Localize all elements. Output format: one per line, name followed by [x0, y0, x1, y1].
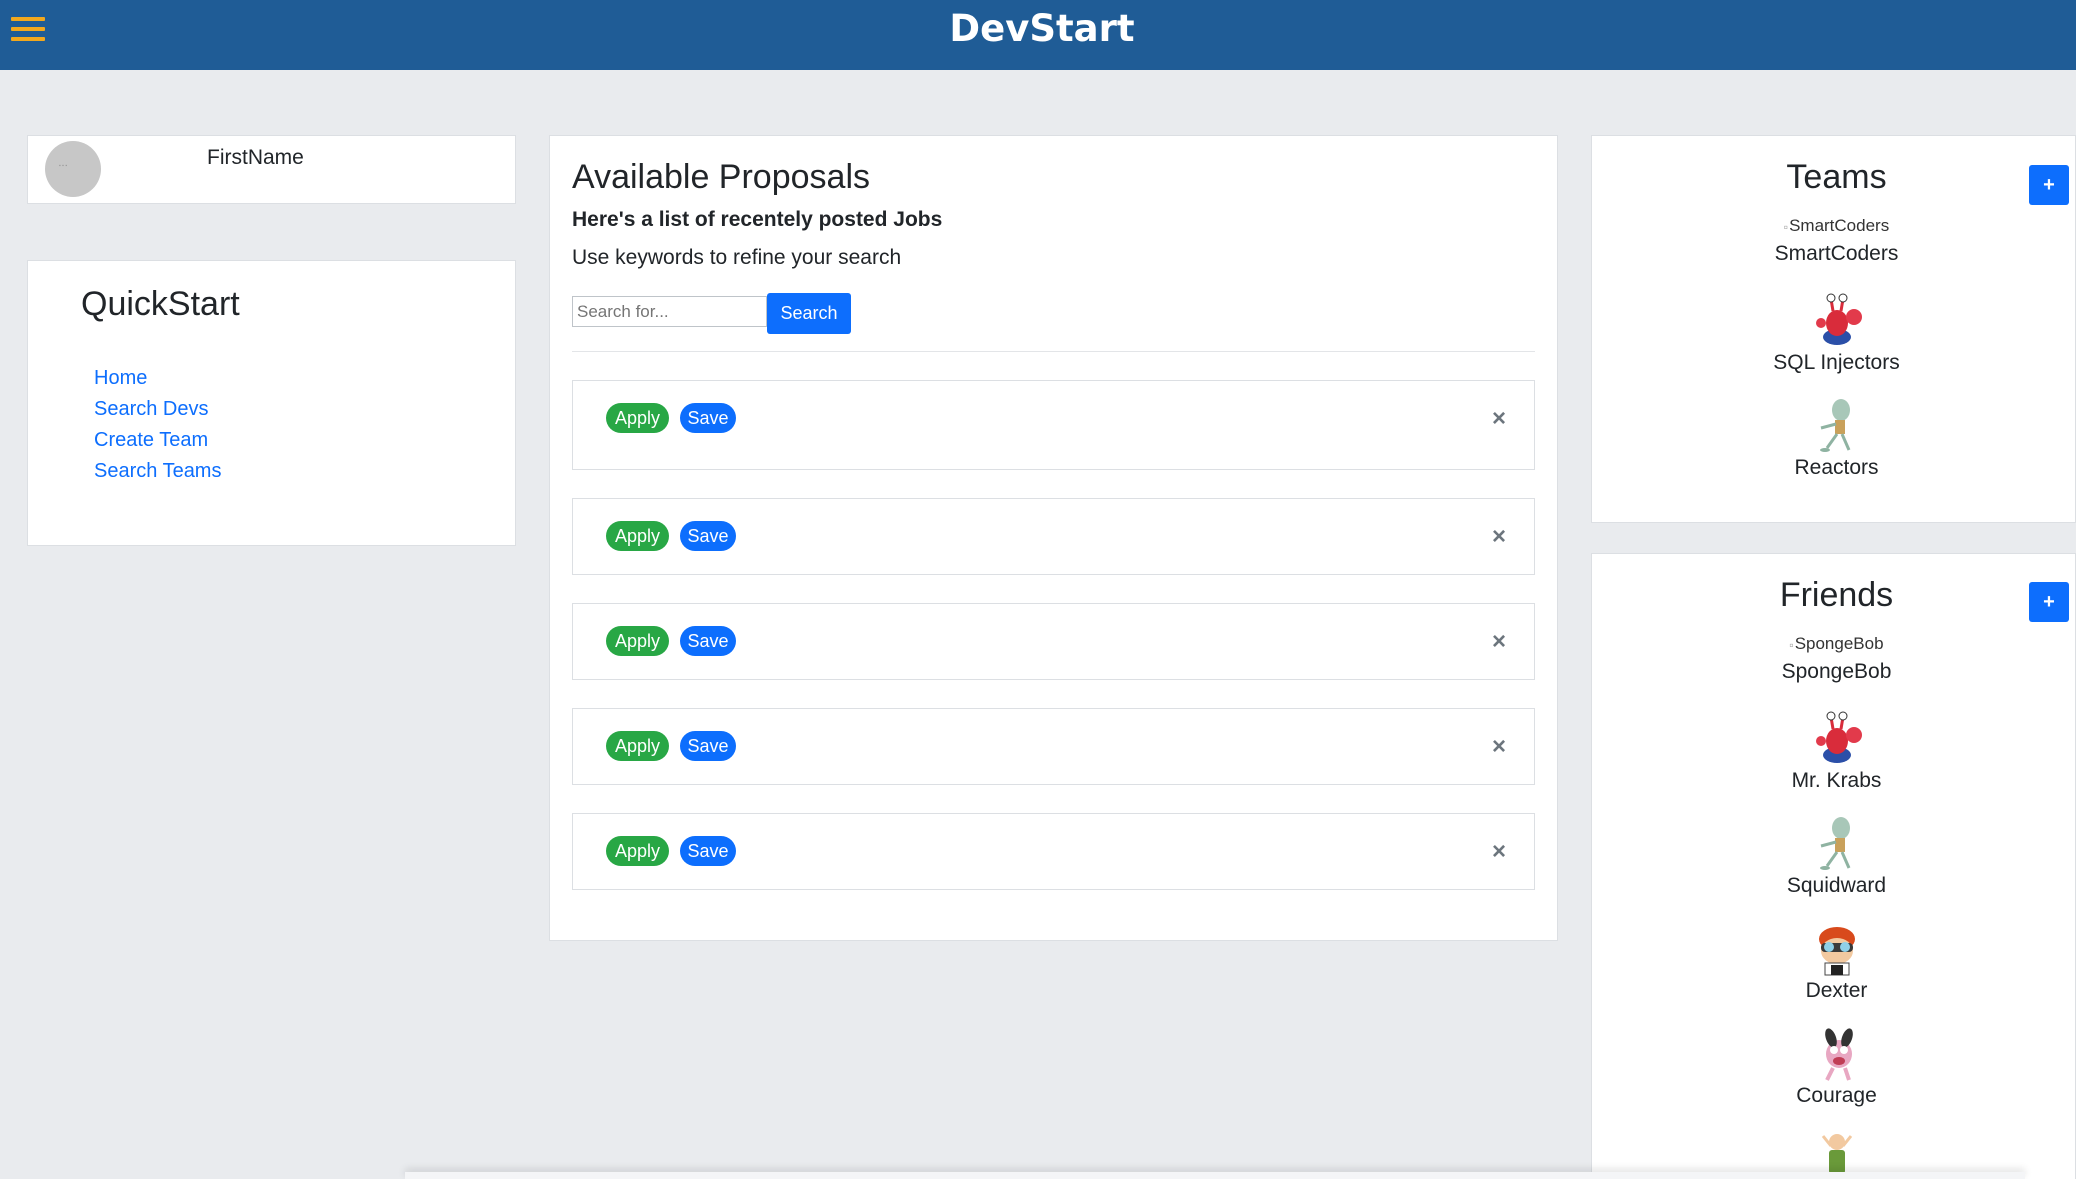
close-icon[interactable]: ×: [1492, 405, 1506, 433]
top-navbar: DevStart: [0, 0, 2076, 70]
team-item[interactable]: SmartCoders SmartCoders: [1592, 216, 2076, 268]
quickstart-card: QuickStart Home Search Devs Create Team …: [27, 260, 516, 546]
save-button[interactable]: Save: [680, 403, 736, 433]
quickstart-links: Home Search Devs Create Team Search Team…: [94, 363, 221, 487]
mr-krabs-avatar-icon: [1592, 293, 2076, 349]
squidward-avatar-icon: [1592, 816, 2076, 872]
proposals-title: Available Proposals: [572, 158, 870, 196]
quickstart-title: QuickStart: [81, 285, 240, 323]
save-button[interactable]: Save: [680, 626, 736, 656]
teams-title: Teams: [1786, 158, 1887, 196]
teams-card: Teams + SmartCoders SmartCoders SQL Inje…: [1591, 135, 2076, 523]
profile-first-name: FirstName: [207, 146, 304, 169]
apply-button[interactable]: Apply: [606, 731, 669, 761]
friends-card: Friends + SpongeBob SpongeBob Mr. Krabs: [1591, 553, 2076, 1179]
mr-krabs-avatar-icon: [1592, 711, 2076, 767]
apply-button[interactable]: Apply: [606, 521, 669, 551]
search-input[interactable]: [572, 296, 767, 327]
apply-button[interactable]: Apply: [606, 403, 669, 433]
team-name: SQL Injectors: [1773, 351, 1900, 374]
quickstart-link-home[interactable]: Home: [94, 363, 221, 394]
team-item[interactable]: Reactors: [1592, 398, 2076, 482]
apply-button[interactable]: Apply: [606, 626, 669, 656]
friend-name: Squidward: [1786, 874, 1887, 897]
job-card: Apply Save ×: [572, 380, 1535, 470]
avatar[interactable]: ▪ ▪ ▪: [45, 141, 101, 197]
search-button[interactable]: Search: [767, 293, 851, 334]
profile-card: ▪ ▪ ▪ FirstName: [27, 135, 516, 204]
friend-item[interactable]: Squidward: [1592, 816, 2076, 900]
team-item[interactable]: SQL Injectors: [1592, 293, 2076, 377]
friend-name: Dexter: [1805, 979, 1868, 1002]
friends-title: Friends: [1779, 576, 1894, 614]
friend-name: Mr. Krabs: [1791, 769, 1882, 792]
apply-button[interactable]: Apply: [606, 836, 669, 866]
job-card: Apply Save ×: [572, 708, 1535, 785]
squidward-avatar-icon: [1592, 398, 2076, 454]
close-icon[interactable]: ×: [1492, 628, 1506, 656]
close-icon[interactable]: ×: [1492, 733, 1506, 761]
close-icon[interactable]: ×: [1492, 523, 1506, 551]
broken-image-icon: SpongeBob: [1592, 634, 2076, 658]
proposals-hint: Use keywords to refine your search: [572, 246, 902, 269]
team-name: Reactors: [1794, 456, 1879, 479]
friend-item[interactable]: Courage: [1592, 1026, 2076, 1110]
quickstart-link-search-devs[interactable]: Search Devs: [94, 394, 221, 425]
proposals-subtitle: Here's a list of recentely posted Jobs: [572, 208, 943, 231]
job-card: Apply Save ×: [572, 498, 1535, 575]
team-name: SmartCoders: [1774, 242, 1899, 265]
bottom-panel-edge: [405, 1172, 2025, 1179]
dexter-avatar-icon: [1592, 921, 2076, 977]
save-button[interactable]: Save: [680, 521, 736, 551]
brand-title[interactable]: DevStart: [0, 0, 2076, 58]
broken-image-icon: SmartCoders: [1592, 216, 2076, 240]
friend-name: Courage: [1796, 1084, 1877, 1107]
quickstart-link-search-teams[interactable]: Search Teams: [94, 456, 221, 487]
divider: [572, 351, 1535, 352]
friend-item[interactable]: Dexter: [1592, 921, 2076, 1005]
friend-item[interactable]: Mr. Krabs: [1592, 711, 2076, 795]
courage-avatar-icon: [1592, 1026, 2076, 1082]
close-icon[interactable]: ×: [1492, 838, 1506, 866]
add-team-button[interactable]: +: [2029, 165, 2069, 205]
save-button[interactable]: Save: [680, 731, 736, 761]
save-button[interactable]: Save: [680, 836, 736, 866]
job-card: Apply Save ×: [572, 603, 1535, 680]
add-friend-button[interactable]: +: [2029, 582, 2069, 622]
friend-item[interactable]: SpongeBob SpongeBob: [1592, 634, 2076, 686]
quickstart-link-create-team[interactable]: Create Team: [94, 425, 221, 456]
job-card: Apply Save ×: [572, 813, 1535, 890]
friend-name: SpongeBob: [1781, 660, 1892, 683]
proposals-card: Available Proposals Here's a list of rec…: [549, 135, 1558, 941]
